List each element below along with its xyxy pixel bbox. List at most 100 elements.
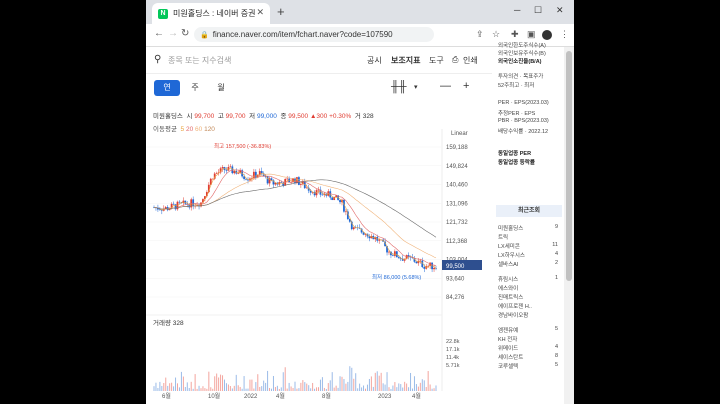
volume-bar xyxy=(394,382,396,391)
bookmark-star-icon[interactable]: ☆ xyxy=(492,29,500,40)
menu-kebab-icon[interactable]: ⋮ xyxy=(560,29,569,40)
stock-search-input[interactable]: 종목 또는 지수검색 xyxy=(168,55,231,66)
candle-body xyxy=(331,197,334,201)
extensions-icon[interactable]: ✚ xyxy=(511,29,519,40)
recent-stock-link[interactable]: 미원홀딩스 xyxy=(498,224,523,232)
volume-bar xyxy=(435,385,437,391)
current-price-text: 99,500 xyxy=(446,264,465,270)
volume-bar xyxy=(280,387,282,391)
volume-bar xyxy=(370,376,372,391)
recent-stock-link[interactable]: 휴림시스 xyxy=(498,275,518,283)
recent-stock-link[interactable]: 진매트릭스 xyxy=(498,293,523,301)
candlestick-type-icon[interactable]: ╫╫ xyxy=(391,81,407,93)
recent-stock-link[interactable]: 셰이스탄트 xyxy=(498,353,523,361)
print-icon[interactable]: ⎙ xyxy=(452,55,458,65)
ma60-line xyxy=(154,173,437,259)
volume-bar xyxy=(410,372,412,391)
volume-bar xyxy=(173,386,175,391)
ma120-line xyxy=(154,179,437,238)
x-tick-label: 4월 xyxy=(276,392,285,399)
volume-bar xyxy=(327,383,329,391)
recent-stock-link[interactable]: 엠젠유예 xyxy=(498,326,518,334)
recent-stock-link[interactable]: 위메이드 xyxy=(498,344,518,352)
volume-bar xyxy=(372,386,374,391)
search-icon[interactable]: ⚲ xyxy=(154,54,161,65)
reload-button[interactable]: ↻ xyxy=(181,28,189,39)
page-scrollbar[interactable] xyxy=(564,47,574,404)
volume-bar xyxy=(306,383,308,391)
url-text: finance.naver.com/item/fchart.naver?code… xyxy=(212,30,393,39)
chart-type-dropdown-icon[interactable]: ▾ xyxy=(414,83,418,91)
period-year-tab[interactable]: 연 xyxy=(154,80,180,96)
volume-bar xyxy=(378,375,380,391)
recent-stock-count: 11 xyxy=(552,242,558,248)
chart-pane: ⚲ 종목 또는 지수검색 공시 보조지표 도구 ⎙ 인쇄 연 주 월 ╫╫ ▾ … xyxy=(146,47,492,404)
volume-bar xyxy=(239,386,241,391)
recent-stock-count: 8 xyxy=(554,353,558,359)
recent-stock-link[interactable]: 에이프로젠 H.. xyxy=(498,302,532,310)
volume-bar xyxy=(186,382,188,391)
recent-stock-link[interactable]: 셀바스AI xyxy=(498,260,518,268)
share-icon[interactable]: ⇪ xyxy=(476,29,484,40)
x-tick-label: 2023 xyxy=(378,394,392,399)
recent-stock-link[interactable]: 에스와이 xyxy=(498,284,518,292)
scale-label[interactable]: Linear xyxy=(451,131,468,137)
volume-bar xyxy=(296,388,298,391)
volume-bar xyxy=(298,388,300,391)
volume-bar xyxy=(349,366,351,391)
volume-tick-label: 22.8k xyxy=(446,339,460,345)
price-tick-label: 149,824 xyxy=(446,164,468,170)
candle-body xyxy=(378,239,381,241)
ohlc-info: 미원홀딩스 시 99,700 고 99,700 저 99,000 종 99,50… xyxy=(153,113,374,120)
volume-bar xyxy=(198,385,200,391)
print-button[interactable]: 인쇄 xyxy=(463,55,478,66)
recent-stock-link[interactable]: 트릭 xyxy=(498,233,508,241)
tab-close-icon[interactable]: ✕ xyxy=(256,7,264,18)
period-month-tab[interactable]: 월 xyxy=(208,80,234,96)
indicator-button[interactable]: 보조지표 xyxy=(391,55,420,66)
volume-bar xyxy=(353,378,355,391)
recent-stock-count: 2 xyxy=(554,260,558,266)
forward-button[interactable]: → xyxy=(168,28,178,39)
tools-button[interactable]: 도구 xyxy=(429,55,444,66)
period-week-tab[interactable]: 주 xyxy=(182,80,208,96)
volume-bar xyxy=(419,382,421,391)
volume-bar xyxy=(165,377,167,391)
foreign-ownership-item: 외국인한도주식수(A) xyxy=(498,43,546,49)
back-button[interactable]: ← xyxy=(154,28,164,39)
recent-stock-link[interactable]: LX세미콘 xyxy=(498,242,520,250)
volume-bar xyxy=(323,387,325,391)
candle-body xyxy=(433,268,435,270)
recent-stock-count: 4 xyxy=(554,251,558,257)
volume-bar xyxy=(233,385,235,391)
address-bar[interactable]: 🔒 finance.naver.com/item/fchart.naver?co… xyxy=(194,27,434,42)
disclosure-button[interactable]: 공시 xyxy=(367,55,382,66)
recent-stock-link[interactable]: 코루셀텍 xyxy=(498,362,518,370)
price-change-pct: +0.30% xyxy=(329,113,352,120)
price-chart[interactable]: Linear 159,188 149,824 140,460 131,096 121,7… xyxy=(146,129,492,399)
candle-body xyxy=(299,184,302,185)
volume-bar xyxy=(267,370,269,391)
recent-views-header[interactable]: 최근조회 xyxy=(496,205,562,217)
sidebar-icon[interactable]: ▣ xyxy=(527,29,536,40)
window-close-button[interactable]: ✕ xyxy=(556,5,564,16)
recent-stock-link[interactable]: LX하우시스 xyxy=(498,251,525,259)
volume-bar xyxy=(257,374,259,391)
profile-avatar[interactable] xyxy=(542,30,552,40)
volume-bar xyxy=(206,388,208,391)
window-maximize-button[interactable]: ☐ xyxy=(534,5,542,16)
zoom-out-button[interactable]: — xyxy=(440,80,451,92)
zoom-in-button[interactable]: + xyxy=(463,80,469,92)
recent-stock-link[interactable]: KH 전자 xyxy=(498,335,517,343)
volume-bar xyxy=(253,388,255,391)
volume-bar xyxy=(294,381,296,391)
volume-bar xyxy=(286,388,288,391)
recent-stock-link[interactable]: 경남바이오팜 xyxy=(498,311,528,319)
browser-tab[interactable]: N 미원홀딩스 : 네이버 증권 ✕ xyxy=(152,3,270,24)
browser-window: N 미원홀딩스 : 네이버 증권 ✕ + ─ ☐ ✕ ← → ↻ 🔒 finan… xyxy=(146,0,574,404)
volume-bar xyxy=(359,383,361,391)
window-minimize-button[interactable]: ─ xyxy=(514,5,520,15)
volume-bar xyxy=(302,380,304,391)
scrollbar-thumb[interactable] xyxy=(566,51,572,281)
new-tab-button[interactable]: + xyxy=(277,4,285,19)
